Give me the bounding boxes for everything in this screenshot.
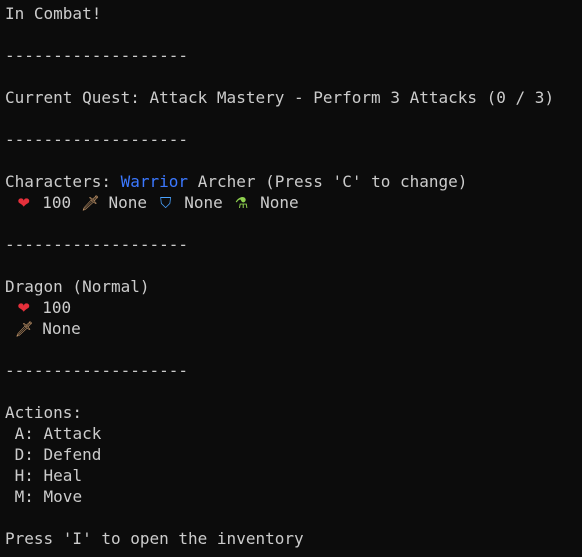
current-quest: Current Quest: Attack Mastery - Perform …: [5, 88, 555, 107]
character-warrior-selected[interactable]: Warrior: [121, 172, 188, 191]
action-defend[interactable]: D: Defend: [5, 444, 582, 465]
character-weapon: None: [108, 193, 147, 212]
characters-label: Characters:: [5, 172, 111, 191]
enemy-health-line: ❤ 100: [5, 297, 582, 318]
character-armor: None: [184, 193, 223, 212]
enemy-weapon-line: 🗡 None: [5, 318, 582, 339]
heart-icon: ❤: [17, 299, 30, 317]
combat-status: In Combat!: [5, 4, 102, 23]
action-attack[interactable]: A: Attack: [5, 423, 582, 444]
actions-title: Actions:: [5, 403, 83, 422]
heart-icon: ❤: [17, 194, 30, 212]
divider: -------------------: [5, 235, 189, 254]
action-move[interactable]: M: Move: [5, 486, 582, 507]
enemy-weapon: None: [42, 319, 81, 338]
terminal-output: In Combat! ------------------- Current Q…: [5, 3, 582, 549]
enemy-health: 100: [42, 298, 72, 317]
action-heal[interactable]: H: Heal: [5, 465, 582, 486]
potion-icon: ⚗: [234, 194, 249, 212]
character-stats: ❤ 100 🗡 None ⛉ None ⚗ None: [5, 192, 582, 213]
characters-line: Characters: Warrior Archer (Press 'C' to…: [5, 171, 582, 192]
character-potion: None: [260, 193, 299, 212]
divider: -------------------: [5, 46, 189, 65]
sword-icon: 🗡: [14, 320, 34, 338]
inventory-hint[interactable]: Press 'I' to open the inventory: [5, 528, 582, 549]
divider: -------------------: [5, 130, 189, 149]
sword-icon: 🗡: [80, 194, 100, 212]
character-health: 100: [42, 193, 72, 212]
enemy-name: Dragon (Normal): [5, 277, 150, 296]
character-archer[interactable]: Archer: [198, 172, 256, 191]
shield-icon: ⛉: [160, 194, 172, 212]
divider: -------------------: [5, 361, 189, 380]
change-character-hint: (Press 'C' to change): [265, 172, 468, 191]
